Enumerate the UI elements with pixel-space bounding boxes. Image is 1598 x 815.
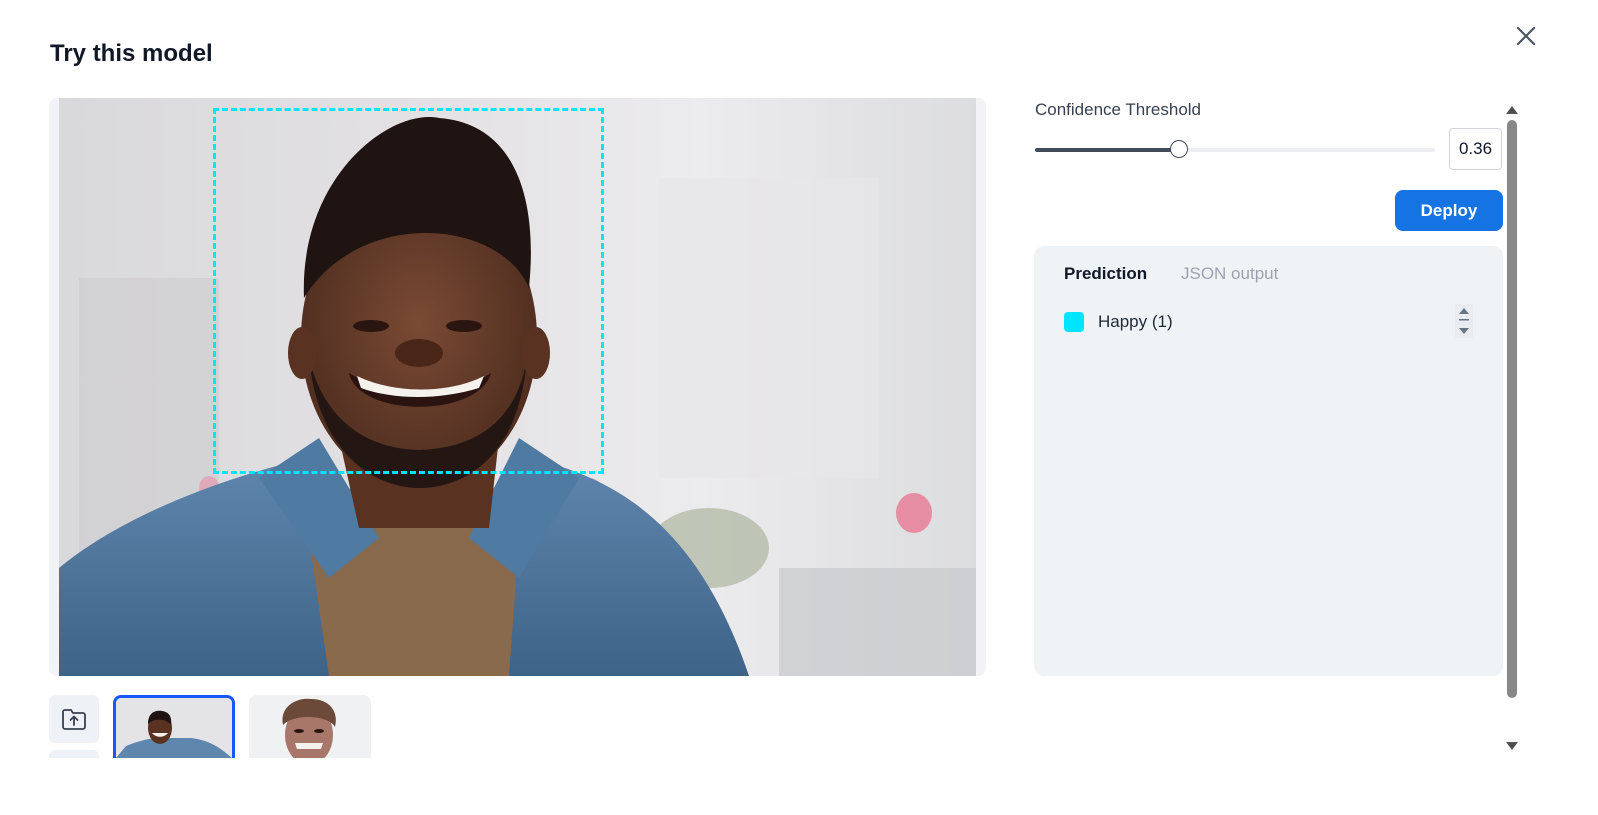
thumbnail-image (249, 695, 371, 758)
try-model-dialog: Try this model Confidence Threshold 0.36… (0, 0, 1598, 815)
upload-image-button[interactable] (49, 695, 99, 743)
slider-handle[interactable] (1170, 140, 1188, 158)
image-preview (49, 98, 986, 676)
dialog-footer-fade (0, 758, 1598, 815)
close-icon (1516, 26, 1536, 46)
thumbnail-2[interactable] (249, 695, 371, 758)
prediction-list-scroller[interactable] (1455, 304, 1473, 338)
tab-json-output[interactable]: JSON output (1181, 264, 1278, 284)
tab-prediction[interactable]: Prediction (1064, 264, 1147, 284)
upload-folder-icon (62, 709, 86, 730)
close-button[interactable] (1510, 20, 1542, 52)
prediction-label: Happy (1) (1098, 312, 1173, 331)
thumbnail-image (116, 698, 232, 758)
deploy-button[interactable]: Deploy (1395, 190, 1503, 231)
scroll-up-arrow-icon[interactable] (1506, 104, 1518, 114)
dialog-scrollbar[interactable] (1505, 104, 1519, 754)
class-color-swatch (1064, 312, 1084, 332)
scroll-down-arrow-icon[interactable] (1506, 742, 1518, 752)
confidence-threshold-label: Confidence Threshold (1035, 100, 1202, 119)
thumbnail-selected[interactable] (113, 695, 235, 758)
slider-fill (1035, 148, 1179, 152)
confidence-threshold-slider[interactable] (1035, 140, 1435, 160)
prediction-item[interactable]: Happy (1) (1064, 310, 1474, 334)
confidence-threshold-input[interactable]: 0.36 (1449, 128, 1502, 170)
prediction-panel: Prediction JSON output Happy (1) (1034, 246, 1503, 676)
dialog-title: Try this model (50, 40, 213, 67)
detection-bounding-box (213, 108, 604, 474)
scrollbar-thumb[interactable] (1507, 120, 1517, 698)
